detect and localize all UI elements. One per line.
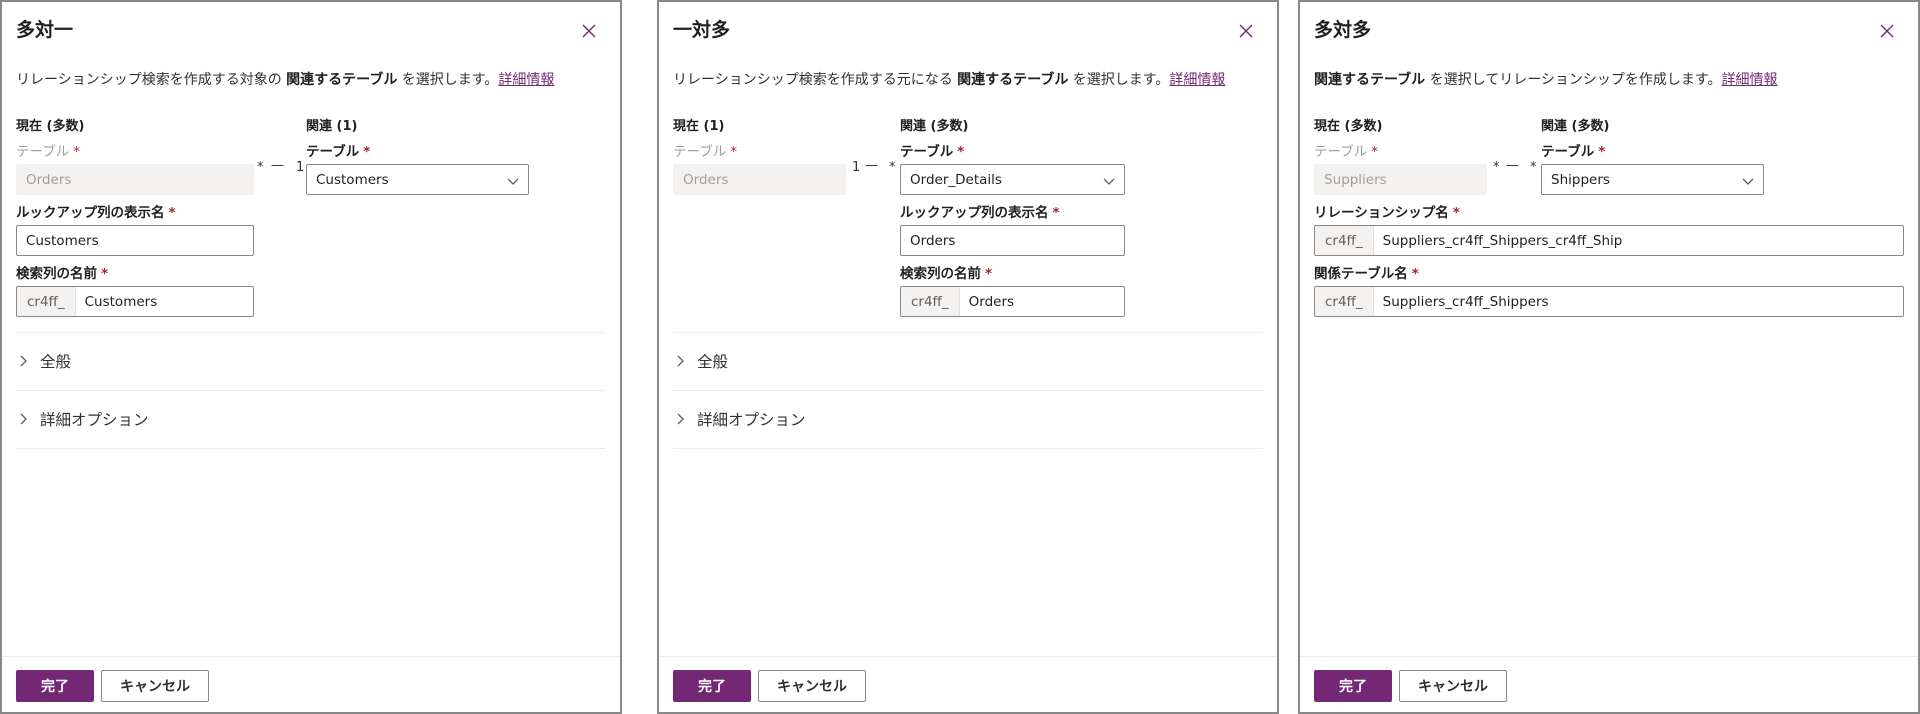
chevron-right-icon <box>677 413 684 425</box>
divider <box>16 390 606 391</box>
panel-description: リレーションシップ検索を作成する元になる 関連するテーブル を選択します。詳細情… <box>673 72 1226 88</box>
related-table-dropdown[interactable]: Customers <box>306 164 529 195</box>
chevron-right-icon <box>20 413 27 425</box>
panel-description: 関連するテーブル を選択してリレーションシップを作成します。詳細情報 <box>1314 72 1778 88</box>
panel-title: 多対多 <box>1314 19 1372 41</box>
relationship-table-label: 関係テーブル名 * <box>1314 266 1419 282</box>
one-to-many-panel: 一対多 リレーションシップ検索を作成する元になる 関連するテーブル を選択します… <box>657 0 1279 714</box>
close-button[interactable] <box>578 20 600 42</box>
lookup-display-input[interactable]: Customers <box>16 225 254 256</box>
prefix-label: cr4ff_ <box>901 287 960 316</box>
prefix-label: cr4ff_ <box>1315 226 1374 255</box>
footer-divider <box>2 656 620 657</box>
cancel-button[interactable]: キャンセル <box>1399 670 1507 702</box>
divider <box>673 448 1263 449</box>
lookup-name-input[interactable]: cr4ff_ Orders <box>900 286 1125 317</box>
lookup-display-label: ルックアップ列の表示名 * <box>16 205 176 221</box>
learn-more-link[interactable]: 詳細情報 <box>1169 72 1225 88</box>
relationship-table-input[interactable]: cr4ff_ Suppliers_cr4ff_Shippers <box>1314 286 1904 317</box>
chevron-right-icon <box>20 355 27 367</box>
prefix-label: cr4ff_ <box>17 287 76 316</box>
many-to-one-panel: 多対一 リレーションシップ検索を作成する対象の 関連するテーブル を選択します。… <box>0 0 622 714</box>
close-button[interactable] <box>1876 20 1898 42</box>
current-table-field: Suppliers <box>1314 164 1487 195</box>
current-heading: 現在 (多数) <box>16 119 85 134</box>
footer-divider <box>1300 656 1918 657</box>
chevron-right-icon <box>677 355 684 367</box>
divider <box>16 448 606 449</box>
done-button[interactable]: 完了 <box>1314 670 1392 702</box>
panel-title: 一対多 <box>673 19 731 41</box>
current-table-field: Orders <box>16 164 254 195</box>
cardinality-left: 1 <box>852 160 862 175</box>
related-table-label: テーブル * <box>306 144 371 160</box>
cardinality-connector: — <box>865 158 879 173</box>
general-section-toggle[interactable]: 全般 <box>16 346 71 376</box>
close-button[interactable] <box>1235 20 1257 42</box>
cardinality-connector: — <box>1506 158 1520 173</box>
learn-more-link[interactable]: 詳細情報 <box>1722 72 1778 88</box>
related-heading: 関連 (多数) <box>900 119 969 134</box>
close-icon <box>1239 24 1253 38</box>
divider <box>16 332 606 333</box>
current-heading: 現在 (多数) <box>1314 119 1383 134</box>
related-table-label: テーブル * <box>900 144 965 160</box>
done-button[interactable]: 完了 <box>16 670 94 702</box>
footer-divider <box>659 656 1277 657</box>
close-icon <box>1880 24 1894 38</box>
done-button[interactable]: 完了 <box>673 670 751 702</box>
lookup-display-input[interactable]: Orders <box>900 225 1125 256</box>
relationship-name-input[interactable]: cr4ff_ Suppliers_cr4ff_Shippers_cr4ff_Sh… <box>1314 225 1904 256</box>
cardinality-right: * <box>889 160 897 175</box>
cardinality-left: * <box>257 160 265 175</box>
lookup-name-label: 検索列の名前 * <box>16 266 109 282</box>
divider <box>673 332 1263 333</box>
close-icon <box>582 24 596 38</box>
learn-more-link[interactable]: 詳細情報 <box>498 72 554 88</box>
relationship-name-label: リレーションシップ名 * <box>1314 205 1460 221</box>
lookup-display-label: ルックアップ列の表示名 * <box>900 205 1060 221</box>
current-heading: 現在 (1) <box>673 119 725 134</box>
related-heading: 関連 (多数) <box>1541 119 1610 134</box>
cardinality-right: 1 <box>296 160 306 175</box>
related-table-label: テーブル * <box>1541 144 1606 160</box>
related-table-dropdown[interactable]: Order_Details <box>900 164 1125 195</box>
related-table-dropdown[interactable]: Shippers <box>1541 164 1764 195</box>
current-table-label: テーブル * <box>16 144 80 160</box>
general-section-toggle[interactable]: 全般 <box>673 346 728 376</box>
panel-title: 多対一 <box>16 19 74 41</box>
current-table-label: テーブル * <box>673 144 737 160</box>
lookup-name-input[interactable]: cr4ff_ Customers <box>16 286 254 317</box>
advanced-options-toggle[interactable]: 詳細オプション <box>673 404 806 434</box>
divider <box>673 390 1263 391</box>
cardinality-connector: — <box>271 158 285 173</box>
many-to-many-panel: 多対多 関連するテーブル を選択してリレーションシップを作成します。詳細情報 現… <box>1298 0 1920 714</box>
cancel-button[interactable]: キャンセル <box>758 670 866 702</box>
cancel-button[interactable]: キャンセル <box>101 670 209 702</box>
cardinality-right: * <box>1530 160 1538 175</box>
chevron-down-icon <box>1103 178 1115 185</box>
chevron-down-icon <box>1742 178 1754 185</box>
panel-description: リレーションシップ検索を作成する対象の 関連するテーブル を選択します。詳細情報 <box>16 72 555 88</box>
advanced-options-toggle[interactable]: 詳細オプション <box>16 404 149 434</box>
current-table-field: Orders <box>673 164 846 195</box>
related-heading: 関連 (1) <box>306 119 358 134</box>
current-table-label: テーブル * <box>1314 144 1378 160</box>
prefix-label: cr4ff_ <box>1315 287 1374 316</box>
chevron-down-icon <box>507 178 519 185</box>
lookup-name-label: 検索列の名前 * <box>900 266 993 282</box>
cardinality-left: * <box>1493 160 1501 175</box>
